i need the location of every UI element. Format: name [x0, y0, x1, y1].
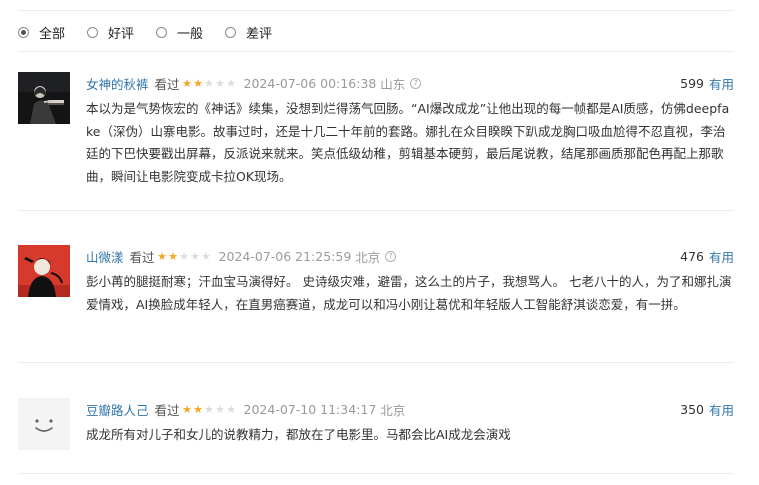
comment-header: 山微漾 看过 ★ ★ ★ ★ ★ 2024-07-06 21:25:59 北京 … [86, 247, 734, 266]
star-empty-icon: ★ [204, 76, 214, 90]
rating-stars: ★ ★ ★ ★ ★ [182, 404, 237, 415]
star-empty-icon: ★ [179, 249, 189, 263]
comment-time: 2024-07-06 00:16:38 [243, 75, 377, 91]
filter-neutral[interactable]: 一般 [156, 23, 203, 42]
useful-button[interactable]: 有用 [709, 400, 734, 419]
rating-stars: ★ ★ ★ ★ ★ [182, 78, 237, 89]
help-question-icon[interactable]: ? [385, 250, 397, 262]
watch-status: 看过 [154, 76, 180, 92]
comment-location: 山东 [380, 76, 406, 92]
radio-icon[interactable] [225, 26, 237, 38]
star-empty-icon: ★ [226, 76, 236, 90]
comment-item: 女神的秋裤 看过 ★ ★ ★ ★ ★ 2024-07-06 00:16:38 山… [18, 72, 734, 192]
comment-divider [18, 362, 734, 363]
comment-item: 豆瓣路人己 看过 ★ ★ ★ ★ ★ 2024-07-10 11:34:17 北… [18, 398, 734, 458]
top-divider [18, 10, 734, 11]
comment-header: 豆瓣路人己 看过 ★ ★ ★ ★ ★ 2024-07-10 11:34:17 北… [86, 400, 734, 419]
vote-count: 599 [680, 76, 704, 91]
filter-all-label: 全部 [39, 26, 66, 42]
username-link[interactable]: 山微漾 [86, 247, 124, 266]
filter-positive[interactable]: 好评 [87, 23, 134, 42]
star-filled-icon: ★ [182, 402, 192, 416]
filter-divider [18, 51, 734, 52]
help-question-icon[interactable]: ? [410, 77, 422, 89]
rating-filter-group: 全部 好评 一般 差评 [18, 22, 294, 42]
star-filled-icon: ★ [193, 402, 203, 416]
star-empty-icon: ★ [204, 402, 214, 416]
radio-icon[interactable] [156, 26, 168, 38]
useful-button[interactable]: 有用 [709, 74, 734, 93]
comment-text: 成龙所有对儿子和女儿的说教精力，都放在了电影里。马都会比AI成龙会演戏 [86, 427, 511, 442]
filter-neutral-label: 一般 [177, 26, 204, 42]
star-empty-icon: ★ [190, 249, 200, 263]
rating-stars: ★ ★ ★ ★ ★ [157, 251, 212, 262]
short-comments-page: 全部 好评 一般 差评 女神的秋裤 看过 ★ ★ ★ ★ ★ 2024-07-0… [0, 0, 759, 485]
comment-divider [18, 210, 734, 211]
avatar-image [18, 245, 70, 297]
comment-text: 彭小苒的腿挺耐寒；汗血宝马演得好。 史诗级灾难，避雷，这么土的片子，我想骂人。 … [86, 274, 732, 312]
star-empty-icon: ★ [215, 76, 225, 90]
comment-time: 2024-07-06 21:25:59 [218, 248, 352, 264]
radio-selected-icon[interactable] [18, 26, 29, 38]
avatar[interactable] [18, 398, 70, 450]
avatar[interactable] [18, 72, 70, 124]
star-filled-icon: ★ [182, 76, 192, 90]
comment-location: 北京 [355, 249, 381, 265]
vote-area: 476 有用 [680, 247, 734, 266]
vote-count: 350 [680, 402, 704, 417]
radio-icon[interactable] [87, 26, 99, 38]
filter-all[interactable]: 全部 [18, 23, 65, 42]
filter-negative-label: 差评 [246, 26, 273, 42]
avatar-image [18, 72, 70, 124]
star-filled-icon: ★ [168, 249, 178, 263]
watch-status: 看过 [129, 249, 155, 265]
comment-text: 本以为是气势恢宏的《神话》续集，没想到烂得荡气回肠。“AI爆改成龙”让他出现的每… [86, 101, 730, 184]
comment-time: 2024-07-10 11:34:17 [243, 401, 377, 417]
star-empty-icon: ★ [201, 249, 211, 263]
vote-count: 476 [680, 249, 704, 264]
filter-negative[interactable]: 差评 [225, 23, 272, 42]
comment-location: 北京 [380, 402, 406, 418]
comment-item: 山微漾 看过 ★ ★ ★ ★ ★ 2024-07-06 21:25:59 北京 … [18, 245, 734, 345]
star-empty-icon: ★ [215, 402, 225, 416]
useful-button[interactable]: 有用 [709, 247, 734, 266]
star-filled-icon: ★ [157, 249, 167, 263]
filter-positive-label: 好评 [108, 26, 135, 42]
star-filled-icon: ★ [193, 76, 203, 90]
watch-status: 看过 [154, 402, 180, 418]
username-link[interactable]: 豆瓣路人己 [86, 400, 149, 419]
avatar[interactable] [18, 245, 70, 297]
comment-divider [18, 473, 734, 474]
username-link[interactable]: 女神的秋裤 [86, 74, 149, 93]
star-empty-icon: ★ [226, 402, 236, 416]
default-avatar-smile-icon [18, 398, 70, 450]
comment-header: 女神的秋裤 看过 ★ ★ ★ ★ ★ 2024-07-06 00:16:38 山… [86, 74, 734, 93]
vote-area: 599 有用 [680, 74, 734, 93]
vote-area: 350 有用 [680, 400, 734, 419]
